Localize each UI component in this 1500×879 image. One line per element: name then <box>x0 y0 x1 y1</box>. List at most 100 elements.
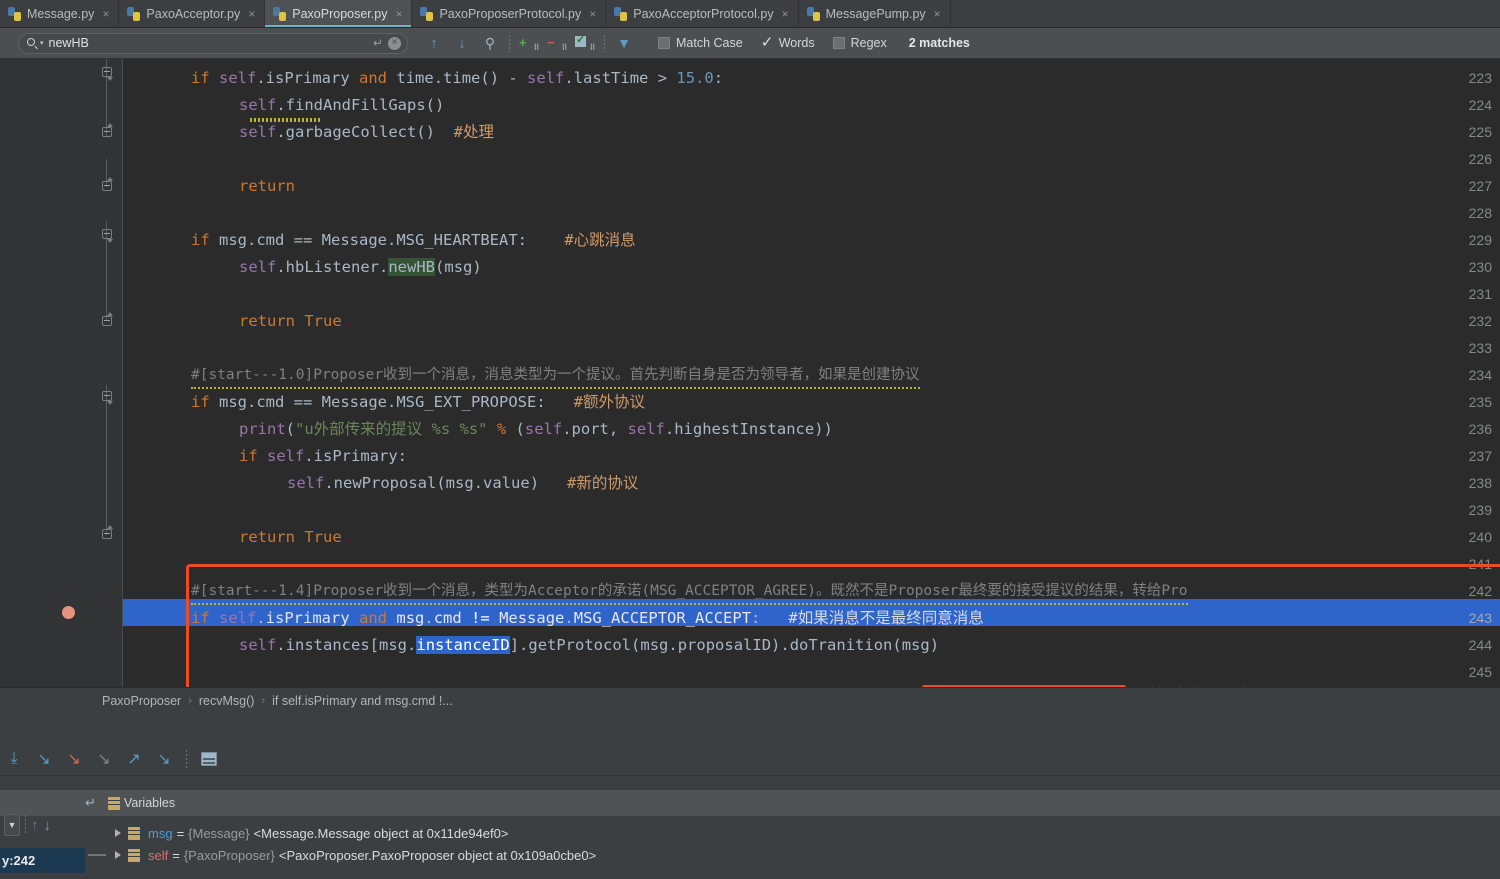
tab-close-icon[interactable]: × <box>782 8 789 20</box>
breadcrumb-item-statement[interactable]: if self.isPrimary and msg.cmd !... <box>272 694 453 708</box>
find-previous-button[interactable]: ↑ <box>422 32 446 55</box>
tab-close-icon[interactable]: × <box>589 8 596 20</box>
line-number-column <box>0 59 92 687</box>
tab-close-icon[interactable]: × <box>934 8 941 20</box>
step-out-icon: ↘ <box>97 750 111 768</box>
fold-marker[interactable] <box>102 67 113 81</box>
breadcrumb-item-method[interactable]: recvMsg() <box>199 694 255 708</box>
close-icon[interactable]: × <box>388 36 401 50</box>
step-into-button[interactable]: ↘ <box>30 745 58 773</box>
remove-watch-icon[interactable] <box>88 854 106 856</box>
regex-option[interactable]: Regex <box>832 36 887 50</box>
variable-name: self <box>148 847 169 863</box>
editor-gutter[interactable] <box>92 59 123 687</box>
code-line-230: self.hbListener.newHB(msg) <box>239 258 482 276</box>
line-number: 226 <box>1468 151 1492 167</box>
add-selection-button[interactable]: + II <box>517 32 541 55</box>
chevron-right-icon[interactable] <box>115 829 121 837</box>
line-number: 228 <box>1468 205 1492 221</box>
tab-close-icon[interactable]: × <box>248 8 255 20</box>
filter-button[interactable]: ▼ <box>612 32 636 55</box>
match-case-checkbox[interactable] <box>658 37 670 49</box>
code-line-225: self.garbageCollect() #处理 <box>239 123 494 141</box>
tab-close-icon[interactable]: × <box>102 8 109 20</box>
tab-PaxoProposerProtocol.py[interactable]: PaxoProposerProtocol.py × <box>412 0 607 27</box>
code-line-227: return <box>239 177 295 195</box>
search-match-highlight: newHB <box>388 258 436 276</box>
checkbox-glyph <box>575 33 586 47</box>
tab-PaxoAcceptor.py[interactable]: PaxoAcceptor.py × <box>119 0 266 27</box>
fold-marker[interactable] <box>102 525 113 539</box>
drop-frame-icon: ↘ <box>157 750 171 768</box>
fold-marker[interactable] <box>102 229 113 243</box>
regex-checkbox[interactable] <box>832 37 845 49</box>
chevron-right-icon[interactable] <box>115 851 121 859</box>
frame-down-icon[interactable]: ↓ <box>44 817 52 834</box>
line-number-current: 243 <box>1468 610 1492 626</box>
toolbar-divider <box>509 34 510 52</box>
select-all-occurrences-button[interactable]: II <box>573 32 597 55</box>
search-input[interactable]: ▾ newHB ↵ × <box>18 32 408 54</box>
line-number: 237 <box>1468 448 1492 464</box>
line-number: 240 <box>1468 529 1492 545</box>
select-all-occurrences-icon: II <box>575 33 595 52</box>
code-editor[interactable]: 223 224 225 226 227 228 229 230 231 232 … <box>0 59 1500 687</box>
words-option[interactable]: Words <box>761 33 815 51</box>
step-out-button[interactable]: ↘ <box>90 745 118 773</box>
code-line-224: self.findAndFillGaps() <box>239 96 445 114</box>
breakpoint-marker[interactable] <box>62 606 75 619</box>
variable-value: <PaxoProposer.PaxoProposer object at 0x1… <box>278 847 597 863</box>
line-number: 245 <box>1468 664 1492 680</box>
drop-frame-button[interactable]: ↘ <box>150 745 178 773</box>
match-case-option[interactable]: Match Case <box>658 36 743 50</box>
editor-tab-bar: Message.py × PaxoAcceptor.py × PaxoPropo… <box>0 0 1500 28</box>
frame-up-icon[interactable]: ↑ <box>31 817 39 834</box>
breadcrumb-item-class[interactable]: PaxoProposer <box>102 694 181 708</box>
evaluate-expression-icon <box>201 751 217 766</box>
fold-marker[interactable] <box>102 391 113 405</box>
tab-MessagePump.py[interactable]: MessagePump.py × <box>798 0 951 27</box>
force-step-into-button[interactable]: ↘ <box>60 745 88 773</box>
code-line-243: if self.isPrimary and msg.cmd != Message… <box>191 609 984 627</box>
variable-row-self[interactable]: self = {PaxoProposer} <PaxoProposer.Paxo… <box>115 844 596 866</box>
force-step-into-icon: ↘ <box>67 750 81 768</box>
run-to-cursor-button[interactable]: ↗ <box>120 745 148 773</box>
step-over-button[interactable]: ⤓ <box>0 745 28 773</box>
fold-marker[interactable] <box>102 312 113 326</box>
funnel-icon: ▼ <box>617 35 631 51</box>
find-all-button[interactable]: ⚲ <box>478 32 502 55</box>
words-checkbox[interactable] <box>761 33 774 51</box>
python-file-icon <box>273 6 287 21</box>
breadcrumb: PaxoProposer › recvMsg() › if self.isPri… <box>0 687 1500 714</box>
code-line-234: #[start---1.0]Proposer收到一个消息，消息类型为一个提议。首… <box>191 362 920 389</box>
restore-layout-icon[interactable]: ↵ <box>85 795 96 811</box>
fold-marker[interactable] <box>102 123 113 137</box>
thread-selector-dropdown[interactable]: ▼ <box>4 814 20 836</box>
find-toolbar: ▾ newHB ↵ × ↑ ↓ ⚲ + II − II ✓ II ▼ Match… <box>0 28 1500 59</box>
search-input-value: newHB <box>48 36 89 50</box>
tab-label: Message.py <box>27 6 95 21</box>
tab-PaxoAcceptorProtocol.py[interactable]: PaxoAcceptorProtocol.py × <box>606 0 799 27</box>
code-line-238: self.newProposal(msg.value) #新的协议 <box>287 474 639 492</box>
variable-icon <box>128 826 140 840</box>
find-options: Match Case Words Regex 2 matches <box>658 33 970 51</box>
code-line-223: if self.isPrimary and time.time() - self… <box>191 69 724 87</box>
tab-close-icon[interactable]: × <box>395 8 402 20</box>
remove-selection-button[interactable]: − II <box>545 32 569 55</box>
code-line-244: self.instances[msg.instanceID].getProtoc… <box>239 636 940 654</box>
find-next-button[interactable]: ↓ <box>450 32 474 55</box>
code-line-240: return True <box>239 528 342 546</box>
fold-marker[interactable] <box>102 177 113 191</box>
chevron-down-icon[interactable]: ▾ <box>40 39 44 47</box>
carets-glyph: II <box>561 42 567 52</box>
evaluate-expression-button[interactable] <box>195 745 223 773</box>
find-actions: ↑ ↓ ⚲ + II − II ✓ II ▼ <box>422 32 636 55</box>
tab-PaxoProposer.py[interactable]: PaxoProposer.py × <box>265 0 413 27</box>
minus-glyph: − <box>547 35 555 50</box>
python-file-icon <box>420 6 434 21</box>
variable-row-msg[interactable]: msg = {Message} <Message.Message object … <box>115 822 508 844</box>
current-frame-label[interactable]: y:242 <box>0 848 85 873</box>
variables-list[interactable]: msg = {Message} <Message.Message object … <box>0 816 1500 879</box>
enter-icon[interactable]: ↵ <box>373 36 383 50</box>
tab-Message.py[interactable]: Message.py × <box>0 0 120 27</box>
